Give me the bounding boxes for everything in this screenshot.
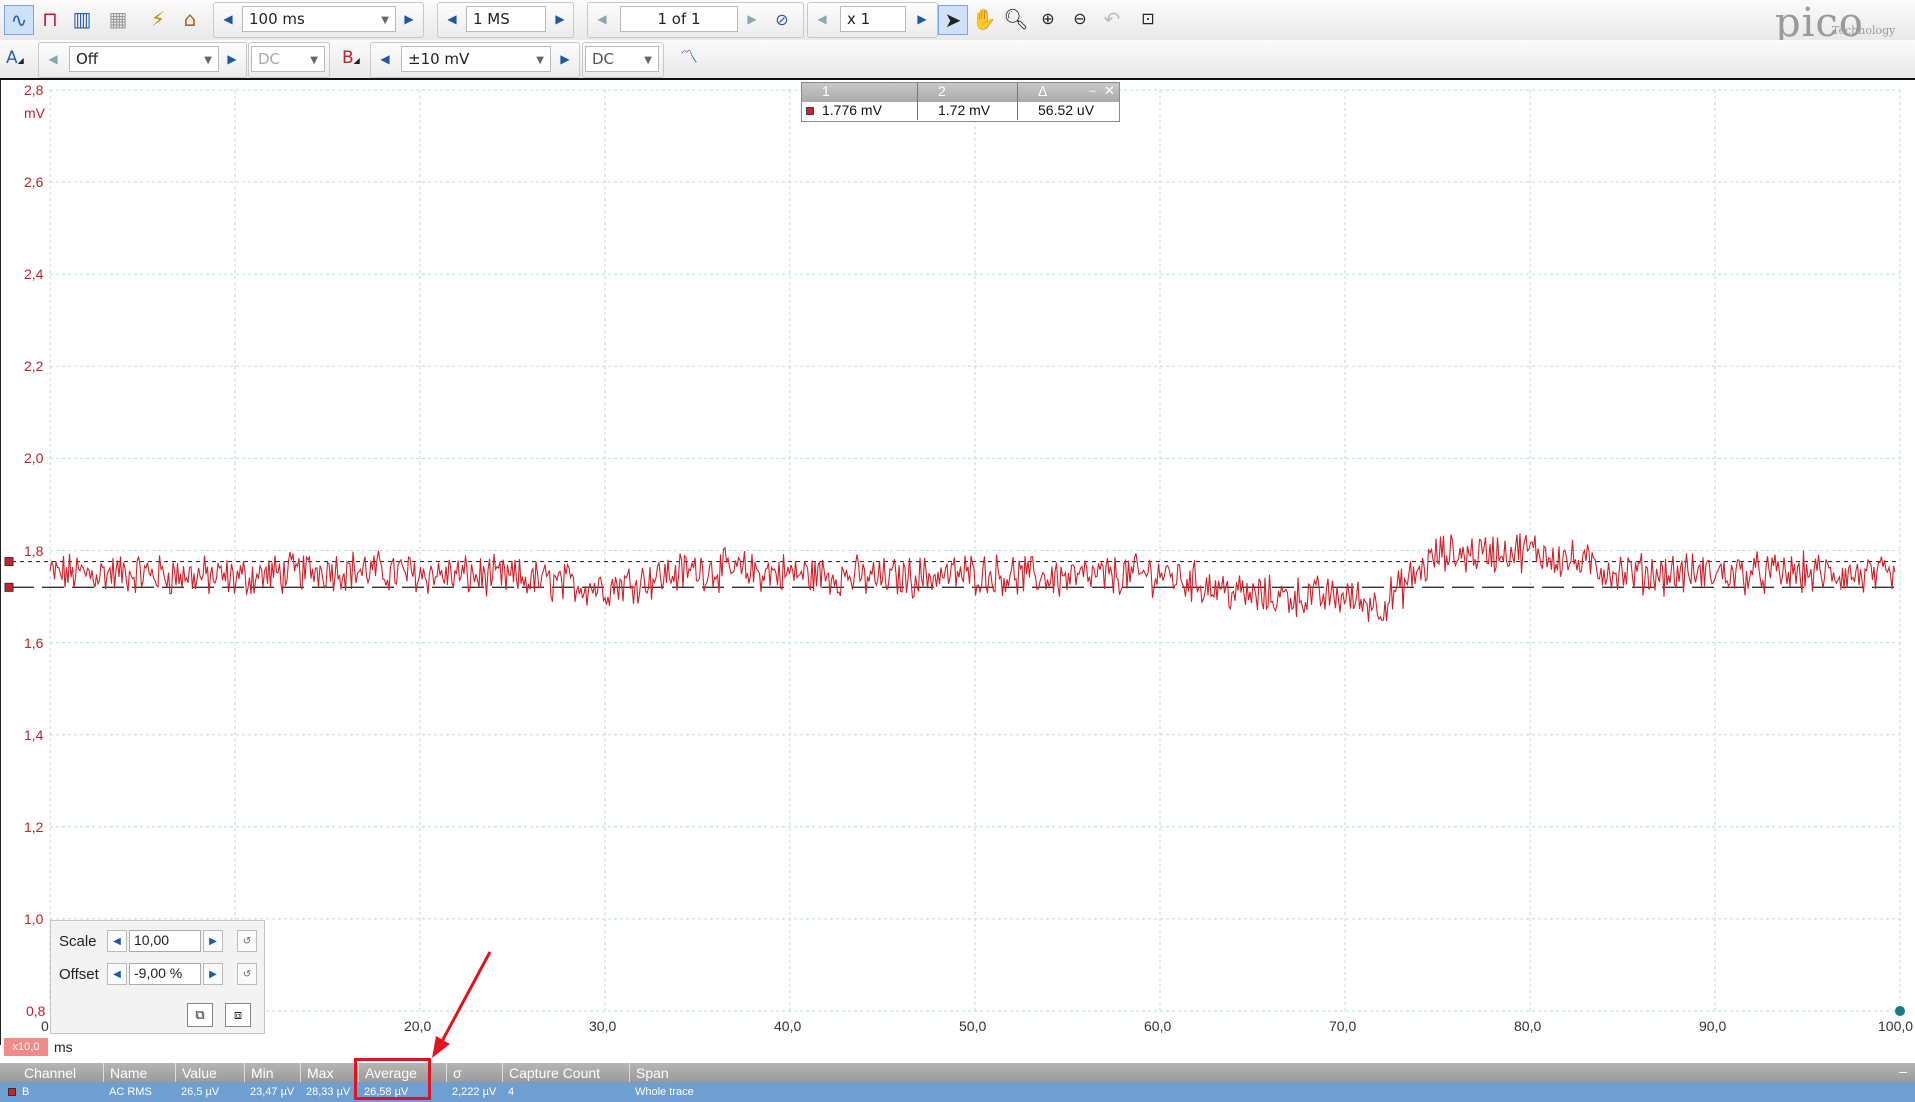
collapse-icon[interactable]: – (1899, 1063, 1907, 1079)
measurement-cell: 26,5 µV (181, 1086, 220, 1098)
measurement-cell: 2,222 µV (452, 1086, 497, 1098)
column-header[interactable]: Max (300, 1063, 358, 1082)
column-header[interactable]: Capture Count (502, 1063, 629, 1082)
measurements-header: Channel Name Value Min Max Average σ Capture Co… (0, 1063, 1915, 1082)
measurement-cell: 23,47 µV (250, 1086, 295, 1098)
column-header[interactable]: Span (629, 1063, 1029, 1082)
channel-b-swatch (8, 1088, 16, 1096)
column-header[interactable]: Name (103, 1063, 175, 1082)
annotation-overlay (432, 951, 492, 1058)
measurement-cell: Whole trace (635, 1086, 694, 1098)
column-header[interactable]: Min (244, 1063, 300, 1082)
measurement-cell: B (0, 1082, 103, 1102)
column-header[interactable]: σ (446, 1063, 502, 1082)
measurement-cell: AC RMS (109, 1086, 152, 1098)
measurement-cell: 28,33 µV (306, 1086, 351, 1098)
column-header[interactable]: Value (175, 1063, 244, 1082)
measurement-cell: 4 (508, 1086, 515, 1098)
average-highlight-box (354, 1058, 431, 1100)
measurement-row[interactable]: B AC RMS 26,5 µV 23,47 µV 28,33 µV 26,58 µV 2,… (0, 1082, 1915, 1102)
column-header[interactable]: Channel (0, 1063, 103, 1082)
